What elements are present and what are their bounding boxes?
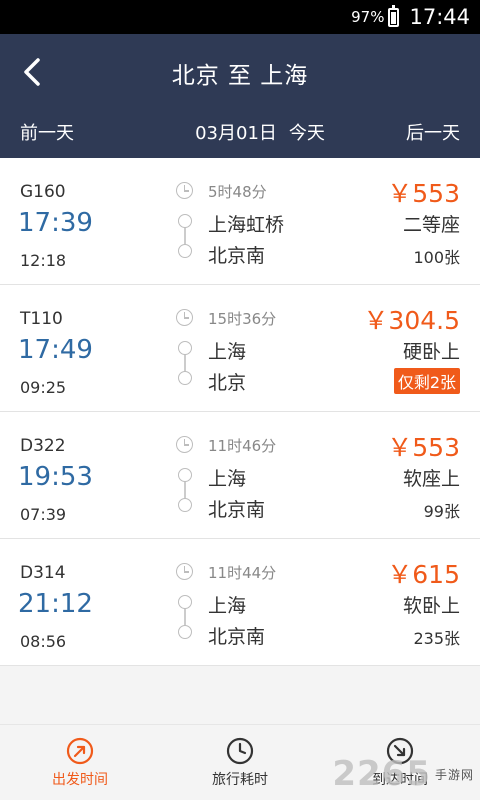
to-station: 北京南 [208, 626, 266, 648]
from-station: 上海 [208, 468, 247, 490]
watermark-number: 2265 [332, 754, 431, 794]
seat-type: 二等座 [402, 214, 460, 236]
from-dot-icon [178, 595, 192, 609]
price: ￥553 [387, 179, 460, 208]
to-dot-icon [178, 371, 192, 385]
price: ￥304.5 [363, 306, 460, 335]
status-bar: 97% 17:44 [0, 0, 480, 34]
tickets-remaining: 100张 [413, 248, 460, 267]
next-day-button[interactable]: 后一天 [406, 119, 460, 145]
depart-time: 21:12 [18, 589, 93, 619]
bottom-nav: 出发时间 旅行耗时 到达时间 2265 手游网 [0, 724, 480, 800]
duration: 11时46分 [208, 437, 277, 455]
arrive-time: 12:18 [20, 251, 67, 270]
from-station: 上海虹桥 [208, 214, 285, 236]
header: 北京 至 上海 前一天 03月01日 今天 后一天 [0, 34, 480, 158]
tickets-remaining-badge: 仅剩2张 [393, 368, 460, 394]
tickets-remaining: 235张 [413, 629, 460, 648]
seat-type: 软座上 [402, 468, 460, 490]
date-label: 03月01日 [195, 123, 277, 144]
train-code: D322 [20, 436, 66, 456]
page-title: 北京 至 上海 [171, 63, 309, 89]
depart-time: 17:49 [18, 335, 93, 365]
clock-icon [176, 309, 193, 326]
clock-icon [176, 563, 193, 580]
current-date[interactable]: 03月01日 今天 [195, 119, 325, 145]
to-dot-icon [178, 625, 192, 639]
clock-icon [226, 737, 254, 764]
duration: 11时44分 [208, 564, 277, 582]
to-station: 北京南 [208, 245, 266, 267]
depart-time: 19:53 [18, 462, 93, 492]
depart-time: 17:39 [18, 208, 93, 238]
arrive-time: 07:39 [20, 505, 67, 524]
train-code: D314 [20, 563, 66, 583]
price: ￥553 [387, 433, 460, 462]
to-dot-icon [178, 244, 192, 258]
depart-arrow-icon [66, 737, 94, 764]
sort-duration-button[interactable]: 旅行耗时 [160, 725, 320, 800]
battery-icon [388, 4, 400, 27]
price: ￥615 [387, 560, 460, 589]
train-code: G160 [20, 182, 66, 202]
watermark-site: 手游网 [434, 767, 474, 782]
from-station: 上海 [208, 341, 247, 363]
seat-type: 软卧上 [402, 595, 460, 617]
sort-depart-time-button[interactable]: 出发时间 [0, 725, 160, 800]
prev-day-button[interactable]: 前一天 [20, 119, 74, 145]
watermark-logo: 2265 手游网 [332, 754, 474, 794]
date-selector: 前一天 03月01日 今天 后一天 [0, 116, 480, 148]
battery-percent: 97% [351, 8, 385, 26]
depart-time-label: 出发时间 [52, 771, 108, 788]
train-code: T110 [20, 309, 63, 329]
from-dot-icon [178, 468, 192, 482]
train-row[interactable]: D314 21:12 08:56 11时44分 上海 北京南 ￥615 软卧上 … [0, 539, 480, 666]
duration-label: 旅行耗时 [212, 771, 268, 788]
tickets-remaining: 99张 [423, 502, 460, 521]
train-row[interactable]: T110 17:49 09:25 15时36分 上海 北京 ￥304.5 硬卧上… [0, 285, 480, 412]
seat-type: 硬卧上 [402, 341, 460, 363]
from-dot-icon [178, 214, 192, 228]
clock-icon [176, 182, 193, 199]
from-station: 上海 [208, 595, 247, 617]
train-list: G160 17:39 12:18 5时48分 上海虹桥 北京南 ￥553 二等座… [0, 158, 480, 666]
to-station: 北京南 [208, 499, 266, 521]
to-station: 北京 [208, 372, 247, 394]
train-row[interactable]: D322 19:53 07:39 11时46分 上海 北京南 ￥553 软座上 … [0, 412, 480, 539]
duration: 15时36分 [208, 310, 277, 328]
arrive-time: 09:25 [20, 378, 67, 397]
train-row[interactable]: G160 17:39 12:18 5时48分 上海虹桥 北京南 ￥553 二等座… [0, 158, 480, 285]
status-time: 17:44 [409, 5, 470, 29]
clock-icon [176, 436, 193, 453]
duration: 5时48分 [208, 183, 267, 201]
arrive-time: 08:56 [20, 632, 67, 651]
to-dot-icon [178, 498, 192, 512]
today-label: 今天 [288, 123, 325, 144]
from-dot-icon [178, 341, 192, 355]
